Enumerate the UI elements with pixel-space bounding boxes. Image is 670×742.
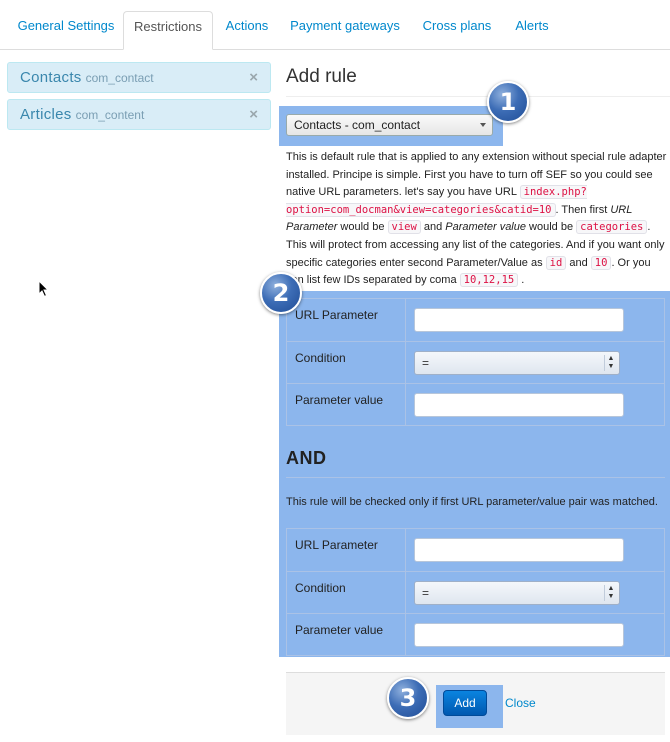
description-text: . (518, 274, 525, 287)
tab-bar: General Settings Restrictions Actions Pa… (0, 0, 670, 50)
cell-divider (405, 299, 406, 341)
url-parameter-input[interactable] (414, 538, 624, 562)
rule-component: com_contact (85, 71, 154, 85)
updown-arrows-icon: ▲ ▼ (604, 355, 617, 371)
parameter-value-label: Parameter value (295, 623, 384, 637)
condition-label: Condition (295, 581, 346, 595)
condition-select[interactable]: = ▲ ▼ (414, 581, 620, 605)
code-snippet: id (545, 255, 567, 270)
rule-name: Articles (20, 106, 72, 123)
rule-description: This is default rule that is applied to … (286, 149, 668, 290)
code-snippet: 10 (590, 255, 612, 270)
sidebar-item-title: Articles com_content (20, 106, 144, 123)
parameter-value-label: Parameter value (295, 393, 384, 407)
and-note: This rule will be checked only if first … (286, 496, 658, 508)
description-text: This is default rule that is applied to … (286, 151, 667, 199)
close-icon[interactable]: × (249, 106, 258, 123)
sidebar-item-articles[interactable]: Articles com_content × (7, 99, 271, 130)
description-text: . Then first (555, 203, 611, 216)
extension-select-value: Contacts - com_contact (294, 118, 421, 132)
description-text: would be (526, 221, 577, 234)
table-row: URL Parameter (287, 299, 664, 341)
step-badge-3: 3 (387, 677, 429, 719)
table-row: Parameter value (287, 613, 664, 655)
code-snippet: 10,12,15 (459, 273, 519, 288)
extension-select[interactable]: Contacts - com_contact (286, 114, 493, 136)
parameter-value-input[interactable] (414, 623, 624, 647)
description-text: and (566, 256, 591, 269)
code-snippet: categories (576, 220, 648, 235)
step-badge-1: 1 (487, 81, 529, 123)
page-title: Add rule (286, 66, 357, 87)
table-row: URL Parameter (287, 529, 664, 571)
tab-actions[interactable]: Actions (216, 11, 278, 49)
table-row: Condition = ▲ ▼ (287, 341, 664, 383)
add-button[interactable]: Add (443, 690, 487, 716)
condition-select-value: = (422, 356, 430, 370)
table-row: Condition = ▲ ▼ (287, 571, 664, 613)
sidebar-item-title: Contacts com_contact (20, 69, 154, 86)
url-parameter-label: URL Parameter (295, 538, 378, 552)
rule-table-1: URL Parameter Condition = ▲ ▼ Parameter v… (286, 298, 665, 426)
heading-divider (286, 96, 670, 97)
cell-divider (405, 529, 406, 571)
step-badge-2: 2 (260, 272, 302, 314)
cell-divider (405, 384, 406, 425)
url-parameter-label: URL Parameter (295, 308, 378, 322)
condition-select-value: = (422, 586, 430, 600)
url-parameter-input[interactable] (414, 308, 624, 332)
rule-table-2: URL Parameter Condition = ▲ ▼ Parameter v… (286, 528, 665, 656)
and-heading: AND (286, 448, 327, 468)
tab-general-settings[interactable]: General Settings (8, 11, 124, 49)
sidebar-item-contacts[interactable]: Contacts com_contact × (7, 62, 271, 93)
close-icon[interactable]: × (249, 69, 258, 86)
cell-divider (405, 342, 406, 383)
cell-divider (405, 572, 406, 613)
close-link[interactable]: Close (505, 696, 536, 710)
rule-name: Contacts (20, 69, 82, 86)
chevron-down-icon (480, 123, 486, 127)
code-snippet: view (387, 220, 421, 235)
table-row: Parameter value (287, 383, 664, 425)
updown-arrows-icon: ▲ ▼ (604, 585, 617, 601)
tab-cross-plans[interactable]: Cross plans (412, 11, 502, 49)
tab-restrictions[interactable]: Restrictions (123, 11, 213, 50)
description-text: and (420, 221, 446, 234)
and-divider (286, 477, 665, 478)
cell-divider (405, 614, 406, 655)
description-emphasis: Parameter value (445, 221, 526, 234)
tab-alerts[interactable]: Alerts (506, 11, 558, 49)
condition-select[interactable]: = ▲ ▼ (414, 351, 620, 375)
description-text: would be (337, 221, 388, 234)
rule-component: com_content (75, 108, 145, 122)
parameter-value-input[interactable] (414, 393, 624, 417)
mouse-cursor-icon (38, 280, 50, 298)
condition-label: Condition (295, 351, 346, 365)
tab-divider (0, 49, 670, 50)
tab-payment-gateways[interactable]: Payment gateways (282, 11, 408, 49)
